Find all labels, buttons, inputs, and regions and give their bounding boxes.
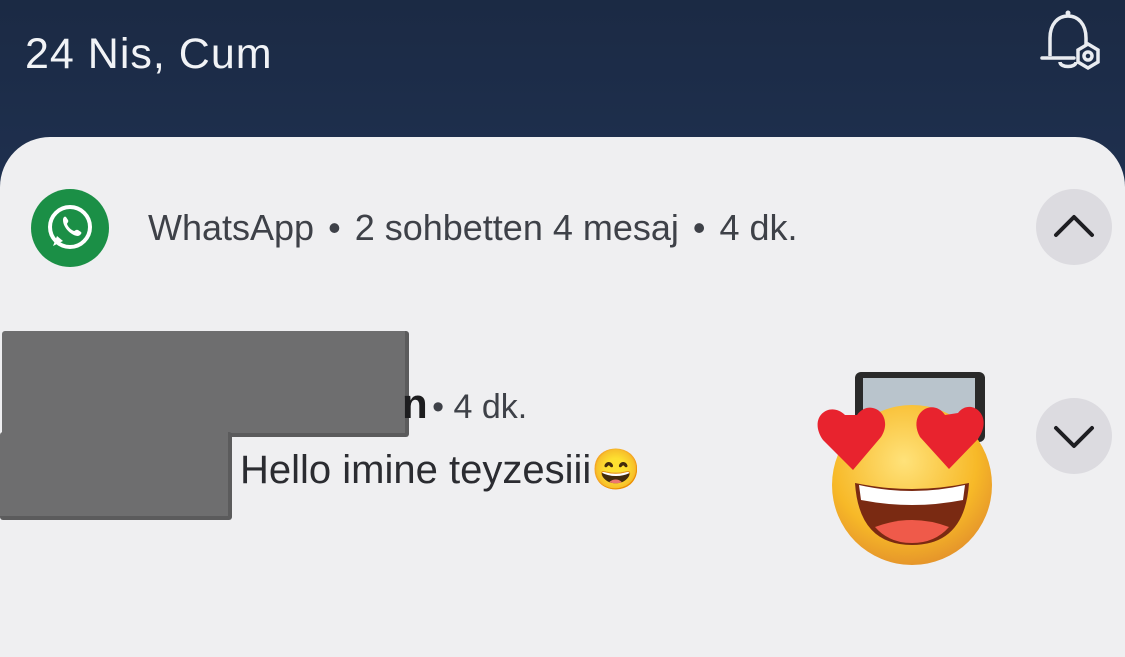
expand-button[interactable] bbox=[1036, 398, 1112, 474]
message-header: n • 4 dk. bbox=[402, 380, 527, 428]
separator-dot: • bbox=[328, 207, 341, 248]
chevron-down-icon bbox=[1054, 426, 1094, 448]
message-text: Hello imine teyzesiii bbox=[240, 448, 592, 492]
message-time: • 4 dk. bbox=[432, 388, 528, 426]
app-name: WhatsApp bbox=[148, 207, 315, 248]
whatsapp-icon bbox=[31, 189, 109, 267]
redacted-name-block bbox=[0, 432, 232, 520]
chevron-up-icon bbox=[1054, 215, 1094, 237]
notification-summary: 2 sohbetten 4 mesaj bbox=[354, 207, 679, 248]
notification-settings-icon bbox=[1040, 10, 1100, 71]
heart-eyes-emoji bbox=[815, 395, 1010, 565]
date-label: 24 Nis, Cum bbox=[25, 30, 273, 78]
sender-name: n bbox=[402, 380, 428, 427]
message-text-row[interactable]: Hello imine teyzesiii😄 bbox=[240, 446, 641, 493]
collapse-button[interactable] bbox=[1036, 189, 1112, 265]
redacted-avatar-block bbox=[2, 331, 409, 437]
grinning-emoji: 😄 bbox=[591, 448, 642, 492]
notification-header: WhatsApp • 2 sohbetten 4 mesaj • 4 dk. bbox=[148, 207, 798, 249]
notification-settings-button[interactable] bbox=[1032, 10, 1110, 76]
separator-dot: • bbox=[692, 207, 706, 248]
notification-time: 4 dk. bbox=[719, 207, 798, 248]
